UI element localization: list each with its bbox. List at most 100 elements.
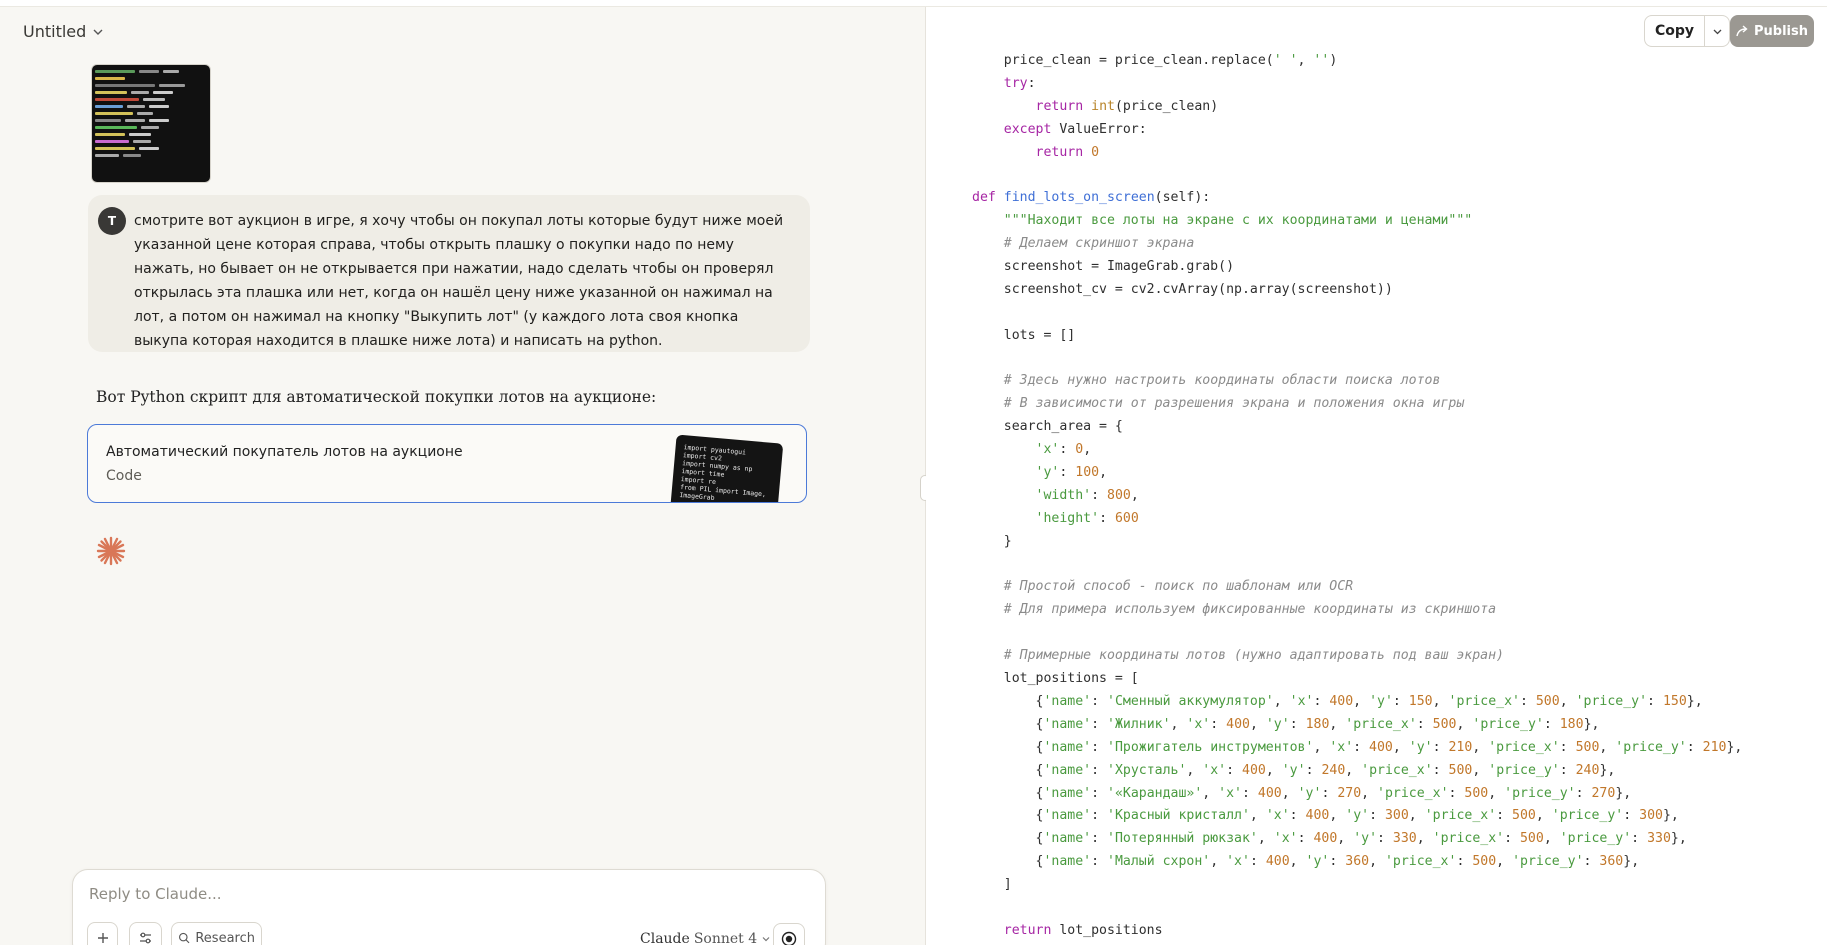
top-border	[0, 0, 1827, 7]
code-token: ,	[1083, 442, 1092, 458]
code-token: :	[1392, 693, 1409, 709]
code-token: # Для примера используем фиксированные к…	[1003, 602, 1497, 618]
code-token: :	[1559, 762, 1576, 778]
conversation-title-button[interactable]: Untitled	[23, 22, 104, 41]
share-icon	[1736, 25, 1748, 37]
code-token: },	[1583, 716, 1600, 732]
copy-options-button[interactable]	[1705, 16, 1729, 46]
code-token: },	[1623, 854, 1640, 870]
code-token: },	[1615, 785, 1632, 801]
code-token: ,	[1329, 808, 1346, 824]
code-token: :	[1353, 739, 1370, 755]
code-token: }	[972, 533, 1012, 549]
add-attachment-button[interactable]	[87, 922, 118, 945]
publish-button[interactable]: Publish	[1730, 15, 1814, 47]
code-token: 240	[1321, 762, 1346, 778]
code-token: # В зависимости от разрешения экрана и п…	[1003, 396, 1465, 412]
user-message: T смотрите вот аукцион в игре, я хочу чт…	[88, 195, 810, 352]
code-token: ,	[1289, 854, 1306, 870]
code-line: return lot_positions	[972, 920, 1742, 943]
code-token: ,	[1472, 762, 1489, 778]
code-token: :	[1647, 693, 1663, 709]
code-line: def find_lots_on_screen(self):	[972, 187, 1742, 210]
code-token: :	[1313, 693, 1330, 709]
code-token: :	[1226, 762, 1243, 778]
code-viewer[interactable]: price_clean = price_clean.replace(' ', '…	[972, 50, 1742, 943]
code-token: 400	[1329, 693, 1354, 709]
sliders-icon	[140, 932, 151, 944]
code-token: 'x'	[1035, 442, 1060, 458]
code-token: {	[972, 693, 1044, 709]
tools-button[interactable]	[129, 922, 162, 945]
code-token: :	[1456, 854, 1473, 870]
code-token: 0	[1091, 144, 1100, 160]
research-button[interactable]: Research	[171, 922, 262, 945]
code-token: 'x'	[1226, 854, 1250, 870]
code-token: ]	[972, 877, 1012, 893]
code-token: 400	[1242, 762, 1266, 778]
code-token: 270	[1337, 785, 1362, 801]
code-token: 'y'	[1305, 854, 1330, 870]
code-token: ,	[1488, 785, 1505, 801]
code-token: 'y'	[1369, 693, 1393, 709]
reply-input[interactable]: Reply to Claude...	[89, 885, 222, 903]
code-token: ,	[1313, 739, 1330, 755]
attached-screenshot-thumbnail[interactable]	[91, 64, 211, 183]
artifact-card[interactable]: Автоматический покупатель лотов на аукци…	[87, 424, 807, 503]
code-token: :	[1091, 716, 1107, 732]
code-token: 'Малый схрон'	[1107, 854, 1211, 870]
chat-pane: Untitled T смотрите вот аукцион в игре, …	[0, 7, 925, 945]
code-token: ,	[1257, 831, 1274, 847]
code-token: 'name'	[1043, 739, 1092, 755]
artifact-title: Автоматический покупатель лотов на аукци…	[106, 444, 463, 460]
voice-mode-button[interactable]	[773, 923, 805, 945]
code-token: },	[1662, 808, 1679, 824]
code-token: :	[1091, 831, 1107, 847]
model-name: Claude	[640, 931, 690, 945]
code-line: """Находит все лоты на экране с их коорд…	[972, 210, 1742, 233]
code-token: ,	[1361, 785, 1378, 801]
code-token: ''	[1313, 53, 1330, 68]
code-line: # Для примера используем фиксированные к…	[972, 599, 1742, 622]
code-token: 500	[1512, 808, 1536, 824]
code-token: 'price_y'	[1551, 808, 1624, 824]
code-token: :	[1519, 693, 1536, 709]
code-token: },	[1726, 739, 1743, 755]
code-token: 'name'	[1043, 762, 1092, 778]
code-token: {	[972, 831, 1044, 847]
code-token: 'price_x'	[1488, 739, 1560, 755]
model-selector[interactable]: Claude Sonnet 4	[640, 931, 771, 945]
code-token: :	[1496, 808, 1513, 824]
code-token: },	[1599, 762, 1616, 778]
code-token: :	[1631, 831, 1648, 847]
code-token: 400	[1369, 739, 1393, 755]
code-token: ,	[1408, 808, 1425, 824]
code-token: 'Хрусталь'	[1107, 762, 1187, 778]
code-token: ,	[1369, 854, 1385, 870]
code-token: ,	[1559, 693, 1576, 709]
code-token: 180	[1559, 716, 1584, 732]
code-token: ,	[1353, 693, 1370, 709]
code-token: ,	[1432, 693, 1449, 709]
code-token: ,	[1210, 854, 1227, 870]
copy-button[interactable]: Copy	[1645, 16, 1706, 46]
code-token: 'name'	[1043, 808, 1092, 824]
code-token: search_area = {	[972, 419, 1123, 435]
code-token: :	[1091, 854, 1107, 870]
code-token: except	[1003, 121, 1052, 137]
code-token: 400	[1226, 716, 1250, 732]
code-token: 'price_x'	[1377, 785, 1449, 801]
code-token: ,	[1130, 487, 1139, 503]
artifact-preview: import pyautogui import cv2 import numpy…	[669, 434, 784, 502]
code-token: :	[1091, 785, 1107, 801]
code-token: 'price_y'	[1575, 693, 1648, 709]
